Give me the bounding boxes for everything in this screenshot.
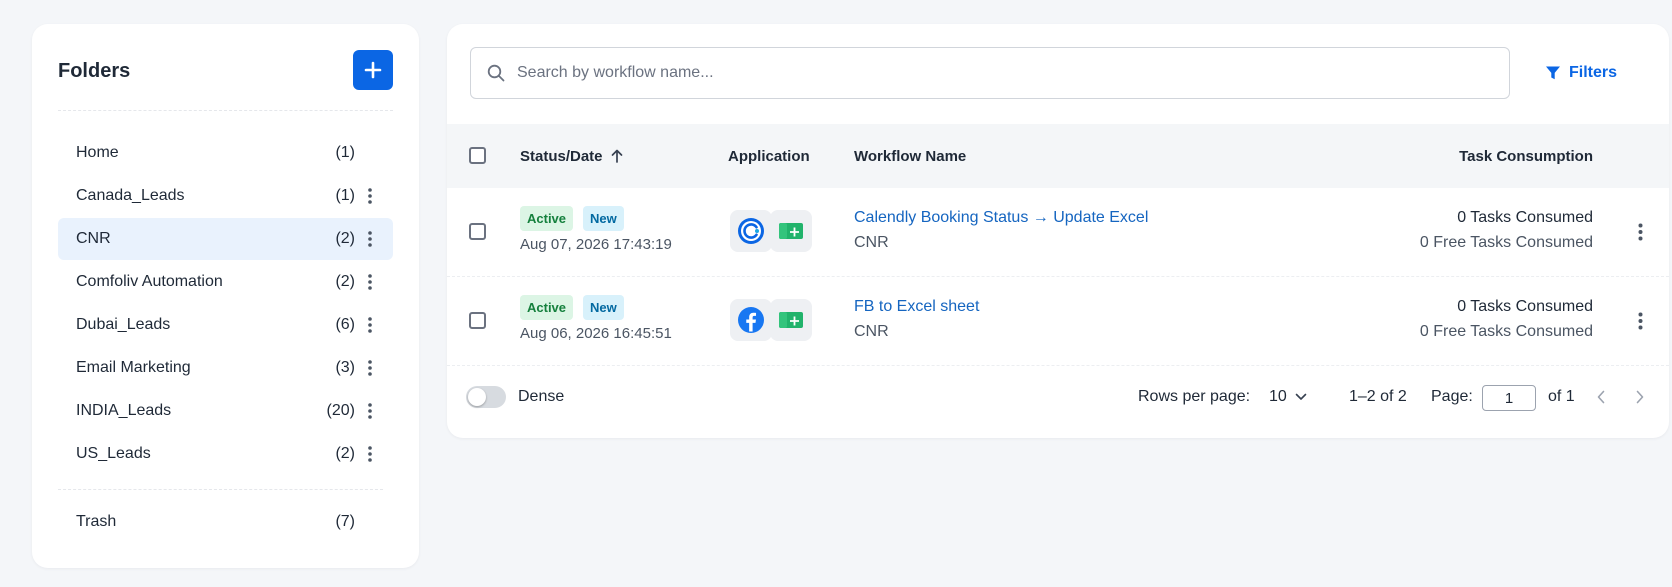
- folder-item-home[interactable]: Home (1): [58, 132, 393, 174]
- dense-toggle[interactable]: [466, 386, 506, 408]
- more-vertical-icon[interactable]: [1634, 222, 1646, 242]
- folder-name: Comfoliv Automation: [76, 273, 223, 290]
- folder-item-canada-leads[interactable]: Canada_Leads (1): [58, 175, 393, 217]
- rows-per-page-label: Rows per page:: [1138, 388, 1251, 405]
- folder-count: (3): [335, 359, 355, 376]
- more-vertical-icon[interactable]: [365, 186, 375, 206]
- column-header-label: Application: [728, 147, 810, 165]
- status-badge: Active: [520, 206, 574, 231]
- chevron-down-icon: [1295, 393, 1307, 400]
- free-tasks-consumed: 0 Free Tasks Consumed: [1419, 323, 1593, 340]
- chevron-right-icon: [1636, 390, 1644, 404]
- filters-label: Filters: [1569, 64, 1618, 81]
- pagination-range: 1–2 of 2: [1349, 388, 1407, 405]
- workflows-card: Filters Status/Date Application Workflow…: [447, 24, 1669, 438]
- calendly-icon: [730, 210, 772, 252]
- folder-item-dubai-leads[interactable]: Dubai_Leads (6): [58, 304, 393, 346]
- filters-button[interactable]: Filters: [1545, 56, 1617, 90]
- table-row[interactable]: Active New Aug 06, 2026 16:45:51 FB to E…: [447, 277, 1669, 366]
- workflow-name-link[interactable]: FB to Excel sheet: [854, 298, 979, 316]
- folder-name: Dubai_Leads: [76, 316, 171, 333]
- folder-count: (2): [335, 445, 355, 462]
- facebook-icon: [730, 299, 772, 341]
- row-checkbox[interactable]: [469, 312, 486, 329]
- folder-item-us-leads[interactable]: US_Leads (2): [58, 433, 393, 475]
- workflow-name-link[interactable]: Calendly Booking Status → Update Excel: [854, 209, 1148, 227]
- folder-item-cnr[interactable]: CNR (2): [58, 218, 393, 260]
- table-header: Status/Date Application Workflow Name Ta…: [447, 124, 1669, 188]
- folder-list: Home (1) Canada_Leads (1) CNR (2) Comfol…: [58, 132, 393, 476]
- folder-name: INDIA_Leads: [76, 402, 172, 419]
- next-page-button[interactable]: [1630, 386, 1650, 408]
- folder-count: (7): [335, 513, 355, 530]
- column-header-status-date[interactable]: Status/Date: [520, 124, 624, 188]
- free-tasks-consumed: 0 Free Tasks Consumed: [1419, 234, 1593, 251]
- tasks-consumed: 0 Tasks Consumed: [1457, 298, 1593, 315]
- folder-item-comfoliv-automation[interactable]: Comfoliv Automation (2): [58, 261, 393, 303]
- more-vertical-icon[interactable]: [365, 229, 375, 249]
- column-header-label: Status/Date: [520, 147, 603, 165]
- new-badge: New: [583, 206, 624, 231]
- folder-count: (2): [335, 230, 355, 247]
- folder-name: Trash: [76, 513, 117, 530]
- excel-sheet-icon: [770, 299, 812, 341]
- more-vertical-icon[interactable]: [365, 358, 375, 378]
- folder-count: (20): [326, 402, 355, 419]
- rows-per-page-value: 10: [1269, 388, 1287, 405]
- page-number-input[interactable]: [1482, 385, 1536, 411]
- toggle-knob: [468, 388, 486, 406]
- search-icon: [487, 64, 505, 82]
- column-header-workflow-name[interactable]: Workflow Name: [854, 124, 966, 188]
- folder-count: (6): [335, 316, 355, 333]
- excel-sheet-icon: [770, 210, 812, 252]
- search-input[interactable]: [515, 63, 1479, 83]
- more-vertical-icon[interactable]: [365, 401, 375, 421]
- folder-name: Canada_Leads: [76, 187, 185, 204]
- new-badge: New: [583, 295, 624, 320]
- folder-item-email-marketing[interactable]: Email Marketing (3): [58, 347, 393, 389]
- folder-item-india-leads[interactable]: INDIA_Leads (20): [58, 390, 393, 432]
- more-vertical-icon[interactable]: [1634, 311, 1646, 331]
- folder-count: (1): [335, 187, 355, 204]
- rows-per-page-select[interactable]: 10: [1269, 386, 1307, 408]
- tasks-consumed: 0 Tasks Consumed: [1457, 209, 1593, 226]
- column-header-label: Task Consumption: [1459, 147, 1593, 165]
- workflow-folder: CNR: [854, 323, 889, 340]
- search-box[interactable]: [470, 47, 1510, 99]
- folder-count: (2): [335, 273, 355, 290]
- folder-item-trash[interactable]: Trash (7): [58, 501, 393, 543]
- plus-icon: [364, 61, 382, 79]
- chevron-left-icon: [1597, 390, 1605, 404]
- table-footer: Dense Rows per page: 10 1–2 of 2 Page: o…: [447, 364, 1669, 438]
- status-badge: Active: [520, 295, 574, 320]
- row-date: Aug 06, 2026 16:45:51: [520, 325, 672, 342]
- more-vertical-icon[interactable]: [365, 272, 375, 292]
- folder-name: Email Marketing: [76, 359, 191, 376]
- more-vertical-icon[interactable]: [365, 315, 375, 335]
- workflow-folder: CNR: [854, 234, 889, 251]
- folders-divider: [58, 110, 393, 111]
- folders-panel: Folders Home (1) Canada_Leads (1) CNR (2…: [32, 24, 419, 568]
- arrow-up-icon: [611, 149, 622, 163]
- folders-title: Folders: [58, 60, 131, 82]
- page-label: Page:: [1431, 388, 1473, 405]
- table-row[interactable]: Active New Aug 07, 2026 17:43:19 Calendl…: [447, 188, 1669, 277]
- folder-count: (1): [335, 144, 355, 161]
- column-header-task-consumption[interactable]: Task Consumption: [1459, 124, 1593, 188]
- more-vertical-icon[interactable]: [365, 444, 375, 464]
- row-checkbox[interactable]: [469, 223, 486, 240]
- folder-name: Home: [76, 144, 119, 161]
- add-folder-button[interactable]: [353, 50, 393, 90]
- select-all-checkbox[interactable]: [469, 147, 486, 164]
- column-header-application[interactable]: Application: [728, 124, 810, 188]
- dense-label: Dense: [518, 388, 565, 405]
- folder-name: US_Leads: [76, 445, 151, 462]
- page-total: of 1: [1548, 388, 1575, 405]
- column-header-label: Workflow Name: [854, 147, 967, 165]
- filter-icon: [1546, 66, 1560, 80]
- previous-page-button[interactable]: [1591, 386, 1611, 408]
- trash-divider: [58, 489, 383, 490]
- folder-name: CNR: [76, 230, 111, 247]
- row-date: Aug 07, 2026 17:43:19: [520, 236, 672, 253]
